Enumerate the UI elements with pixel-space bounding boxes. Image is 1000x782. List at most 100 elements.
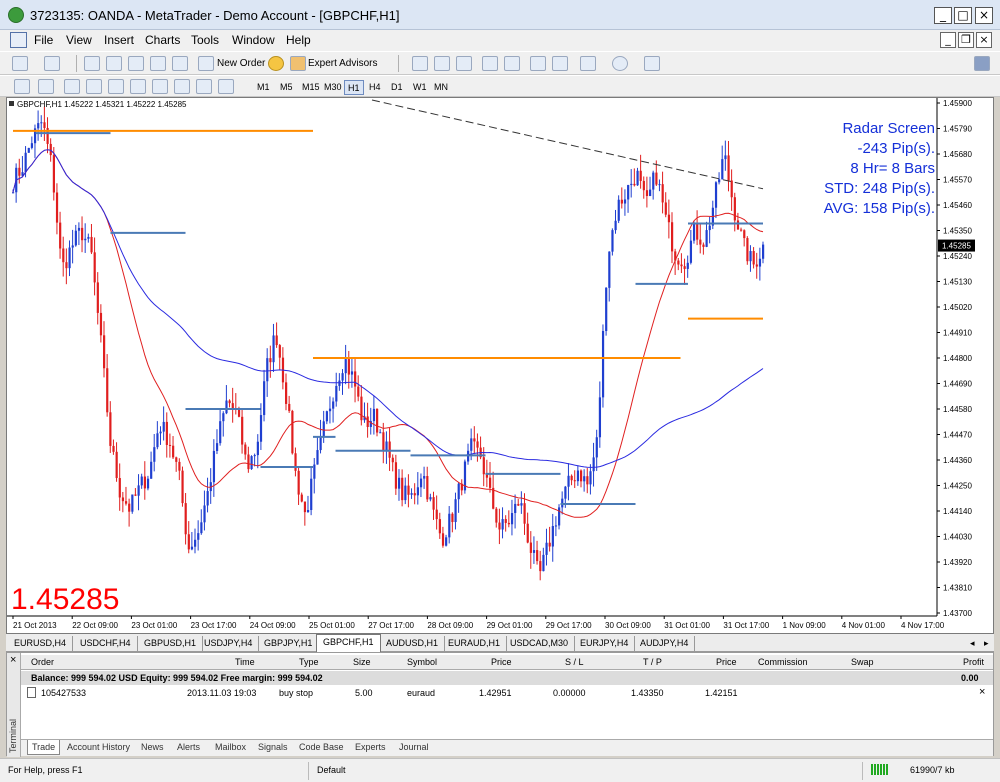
candle-body (140, 476, 143, 486)
tab-journal[interactable]: Journal (399, 742, 429, 752)
tab-signals[interactable]: Signals (258, 742, 288, 752)
menu-insert[interactable]: Insert (104, 33, 134, 47)
expert-advisors-button[interactable]: Expert Advisors (308, 55, 377, 72)
chart-tab-gbpjpy-h1[interactable]: GBPJPY,H1 (258, 636, 320, 651)
col-tp[interactable]: T / P (643, 657, 662, 667)
tab-alerts[interactable]: Alerts (177, 742, 200, 752)
timeframe-m5[interactable]: M5 (277, 80, 296, 95)
menu-file[interactable]: File (34, 33, 53, 47)
col-time[interactable]: Time (235, 657, 255, 667)
timeframe-h1[interactable]: H1 (344, 80, 364, 95)
zoom-out-icon[interactable] (504, 56, 520, 71)
strategy-tester-icon[interactable] (172, 56, 188, 71)
tab-news[interactable]: News (141, 742, 164, 752)
mdi-close-button[interactable]: × (976, 32, 992, 48)
chart-tab-usdjpy-h4[interactable]: USDJPY,H4 (198, 636, 260, 651)
fibonacci-icon[interactable] (152, 79, 168, 94)
mdi-restore-button[interactable]: ❐ (958, 32, 974, 48)
col-sl[interactable]: S / L (565, 657, 584, 667)
chart-tab-audusd-h1[interactable]: AUDUSD,H1 (380, 636, 446, 651)
document-icon[interactable] (10, 32, 27, 48)
timeframe-m1[interactable]: M1 (254, 80, 273, 95)
new-order-button[interactable]: New Order (217, 55, 265, 72)
chart-tab-usdchf-h4[interactable]: USDCHF,H4 (74, 636, 138, 651)
col-current-price[interactable]: Price (716, 657, 737, 667)
col-size[interactable]: Size (353, 657, 371, 667)
horizontal-line-icon[interactable] (86, 79, 102, 94)
periods-clock-icon[interactable] (612, 56, 628, 71)
menu-view[interactable]: View (66, 33, 92, 47)
col-order[interactable]: Order (31, 657, 54, 667)
market-watch-icon[interactable] (84, 56, 100, 71)
balance-row[interactable]: Balance: 999 594.02 USD Equity: 999 594.… (21, 671, 993, 685)
navigator-icon[interactable] (128, 56, 144, 71)
col-type[interactable]: Type (299, 657, 319, 667)
price-chart[interactable]: 1.45900 1.45790 1.45680 1.45570 1.45460 1.453… (7, 98, 995, 635)
trendline-icon[interactable] (108, 79, 124, 94)
timeframe-m30[interactable]: M30 (321, 80, 345, 95)
timeframe-mn[interactable]: MN (431, 80, 451, 95)
chart-tab-gbpusd-h1[interactable]: GBPUSD,H1 (138, 636, 204, 651)
chart-tab-usdcad-m30[interactable]: USDCAD,M30 (504, 636, 576, 651)
zoom-in-icon[interactable] (482, 56, 498, 71)
tab-trade[interactable]: Trade (27, 740, 61, 755)
col-symbol[interactable]: Symbol (407, 657, 437, 667)
maximize-button[interactable]: □ (954, 7, 972, 24)
timeframe-d1[interactable]: D1 (388, 80, 406, 95)
col-price[interactable]: Price (491, 657, 512, 667)
toolbar-options-icon[interactable] (974, 56, 990, 71)
terminal-icon[interactable] (150, 56, 166, 71)
order-row[interactable]: 105427533 2013.11.03 19:03 buy stop 5.00… (21, 686, 993, 701)
profiles-icon[interactable] (44, 56, 60, 71)
col-profit[interactable]: Profit (963, 657, 984, 667)
tab-code-base[interactable]: Code Base (299, 742, 344, 752)
menu-help[interactable]: Help (286, 33, 311, 47)
new-order-icon[interactable] (198, 56, 214, 71)
menu-window[interactable]: Window (232, 33, 275, 47)
candle-body (435, 509, 438, 520)
templates-icon[interactable] (644, 56, 660, 71)
cursor-icon[interactable] (14, 79, 30, 94)
chart-shift-icon[interactable] (552, 56, 568, 71)
tab-account-history[interactable]: Account History (67, 742, 130, 752)
close-button[interactable]: × (975, 7, 993, 24)
chart-tab-euraud-h1[interactable]: EURAUD,H1 (442, 636, 508, 651)
candlesticks-icon[interactable] (434, 56, 450, 71)
candle-body (316, 450, 319, 465)
chart-tab-eurusd-h4[interactable]: EURUSD,H4 (8, 636, 74, 651)
tabs-scroll-right-icon[interactable]: ▸ (978, 636, 995, 651)
arrows-icon[interactable] (218, 79, 234, 94)
minimize-button[interactable]: _ (934, 7, 952, 24)
expert-advisors-icon[interactable] (290, 56, 306, 71)
menu-charts[interactable]: Charts (145, 33, 180, 47)
chart-tab-eurjpy-h4[interactable]: EURJPY,H4 (574, 636, 636, 651)
chart-window[interactable]: 1.45900 1.45790 1.45680 1.45570 1.45460 1.453… (6, 97, 994, 634)
line-chart-icon[interactable] (456, 56, 472, 71)
status-bar: For Help, press F1 Default 61990/7 kb (0, 758, 1000, 782)
chart-tab-gbpchf-h1[interactable]: GBPCHF,H1 (316, 634, 381, 652)
tab-mailbox[interactable]: Mailbox (215, 742, 246, 752)
vertical-line-icon[interactable] (64, 79, 80, 94)
chart-tab-audjpy-h4[interactable]: AUDJPY,H4 (634, 636, 696, 651)
delete-order-icon[interactable]: × (979, 686, 985, 698)
timeframe-w1[interactable]: W1 (410, 80, 430, 95)
metaeditor-icon[interactable] (268, 56, 284, 71)
menu-tools[interactable]: Tools (191, 33, 219, 47)
new-chart-icon[interactable] (12, 56, 28, 71)
data-window-icon[interactable] (106, 56, 122, 71)
auto-scroll-icon[interactable] (530, 56, 546, 71)
timeframe-m15[interactable]: M15 (299, 80, 323, 95)
candle-body (492, 487, 495, 509)
mdi-minimize-button[interactable]: _ (940, 32, 956, 48)
bar-chart-icon[interactable] (412, 56, 428, 71)
close-terminal-icon[interactable]: × (10, 654, 16, 666)
col-swap[interactable]: Swap (851, 657, 874, 667)
equidistant-channel-icon[interactable] (130, 79, 146, 94)
tab-experts[interactable]: Experts (355, 742, 386, 752)
indicators-icon[interactable] (580, 56, 596, 71)
text-icon[interactable] (174, 79, 190, 94)
text-label-icon[interactable] (196, 79, 212, 94)
timeframe-h4[interactable]: H4 (366, 80, 384, 95)
crosshair-icon[interactable] (38, 79, 54, 94)
col-commission[interactable]: Commission (758, 657, 808, 667)
